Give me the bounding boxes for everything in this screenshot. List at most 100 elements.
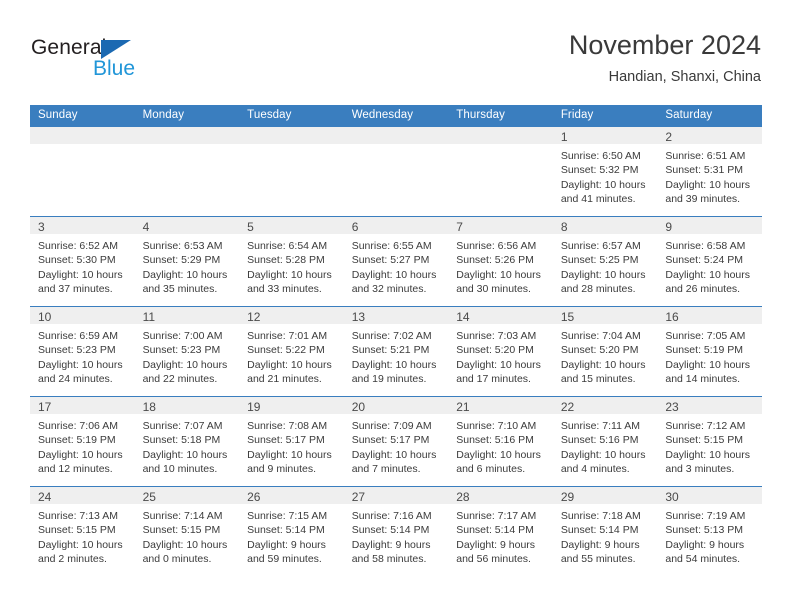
day-number: 18 — [142, 400, 156, 414]
daylight-duration-line2: and 0 minutes. — [142, 553, 212, 566]
sunset-time: Sunset: 5:19 PM — [665, 344, 744, 357]
daylight-duration-line2: and 14 minutes. — [665, 373, 741, 386]
sunset-time: Sunset: 5:19 PM — [38, 434, 116, 447]
sunrise-time: Sunrise: 6:53 AM — [142, 240, 223, 252]
daylight-duration-line2: and 56 minutes. — [456, 553, 531, 566]
day-number-band: 8 — [552, 217, 658, 234]
sunrise-time: Sunrise: 7:01 AM — [247, 330, 328, 342]
calendar-day-cell[interactable]: 17 Sunrise: 7:06 AM Sunset: 5:19 PM Dayligh… — [30, 396, 135, 487]
day-number-band: 14 — [448, 307, 553, 324]
weekday-header-saturday: Saturday — [657, 105, 762, 127]
calendar-day-cell-empty — [134, 126, 240, 217]
daylight-duration-line1: Daylight: 10 hours — [665, 358, 751, 371]
calendar-day-cell[interactable]: 3 Sunrise: 6:52 AM Sunset: 5:30 PM Daylight… — [30, 216, 135, 307]
day-details: Sunrise: 7:07 AM Sunset: 5:18 PM Daylight:… — [135, 414, 240, 477]
day-number-band: 30 — [657, 487, 762, 504]
calendar-day-cell[interactable]: 25 Sunrise: 7:14 AM Sunset: 5:15 PM Dayligh… — [134, 486, 240, 576]
sunset-time: Sunset: 5:26 PM — [456, 254, 534, 267]
day-number-band: 19 — [239, 397, 344, 414]
calendar-day-cell[interactable]: 16 Sunrise: 7:05 AM Sunset: 5:19 PM Dayligh… — [657, 306, 762, 397]
calendar-day-cell[interactable]: 28 Sunrise: 7:17 AM Sunset: 5:14 PM Dayligh… — [448, 486, 553, 576]
calendar-day-cell[interactable]: 23 Sunrise: 7:12 AM Sunset: 5:15 PM Dayligh… — [657, 396, 762, 487]
calendar-day-cell-empty — [448, 126, 553, 217]
daylight-duration-line2: and 3 minutes. — [665, 463, 735, 476]
daylight-duration-line2: and 19 minutes. — [351, 373, 427, 386]
day-number: 21 — [456, 400, 470, 414]
sunrise-time: Sunrise: 7:15 AM — [247, 510, 328, 522]
sunrise-time: Sunrise: 7:08 AM — [247, 420, 328, 432]
daylight-duration-line1: Daylight: 10 hours — [351, 448, 437, 461]
calendar-day-cell[interactable]: 11 Sunrise: 7:00 AM Sunset: 5:23 PM Dayligh… — [134, 306, 240, 397]
day-details: Sunrise: 7:13 AM Sunset: 5:15 PM Daylight:… — [30, 504, 135, 567]
calendar-day-cell[interactable]: 6 Sunrise: 6:55 AM Sunset: 5:27 PM Daylight… — [343, 216, 449, 307]
calendar-day-cell[interactable]: 13 Sunrise: 7:02 AM Sunset: 5:21 PM Dayligh… — [343, 306, 449, 397]
day-number-band: 2 — [657, 127, 762, 144]
daylight-duration-line1: Daylight: 9 hours — [247, 538, 326, 551]
calendar-day-cell[interactable]: 22 Sunrise: 7:11 AM Sunset: 5:16 PM Dayligh… — [552, 396, 658, 487]
calendar-day-cell[interactable]: 1 Sunrise: 6:50 AM Sunset: 5:32 PM Daylight… — [552, 126, 658, 217]
daylight-duration-line1: Daylight: 9 hours — [665, 538, 745, 551]
calendar-day-cell[interactable]: 5 Sunrise: 6:54 AM Sunset: 5:28 PM Daylight… — [239, 216, 344, 307]
sunset-time: Sunset: 5:30 PM — [38, 254, 116, 267]
general-blue-logo[interactable]: General Blue — [31, 36, 151, 82]
calendar-day-cell[interactable]: 24 Sunrise: 7:13 AM Sunset: 5:15 PM Dayligh… — [30, 486, 135, 576]
calendar-day-cell[interactable]: 2 Sunrise: 6:51 AM Sunset: 5:31 PM Daylight… — [657, 126, 762, 217]
day-details: Sunrise: 7:08 AM Sunset: 5:17 PM Daylight:… — [239, 414, 344, 477]
sunset-time: Sunset: 5:15 PM — [38, 524, 116, 537]
daylight-duration-line1: Daylight: 9 hours — [456, 538, 536, 551]
day-number-band — [239, 127, 344, 144]
calendar-day-cell[interactable]: 26 Sunrise: 7:15 AM Sunset: 5:14 PM Dayligh… — [239, 486, 344, 576]
day-number: 5 — [247, 220, 254, 234]
sunrise-time: Sunrise: 7:14 AM — [142, 510, 223, 522]
calendar-day-cell[interactable]: 8 Sunrise: 6:57 AM Sunset: 5:25 PM Daylight… — [552, 216, 658, 307]
sunrise-time: Sunrise: 7:10 AM — [456, 420, 537, 432]
daylight-duration-line2: and 15 minutes. — [560, 373, 636, 386]
day-number: 27 — [351, 490, 366, 504]
day-number-band: 29 — [552, 487, 658, 504]
daylight-duration-line2: and 21 minutes. — [247, 373, 322, 386]
daylight-duration-line2: and 22 minutes. — [142, 373, 218, 386]
day-number: 15 — [560, 310, 575, 324]
day-details: Sunrise: 7:05 AM Sunset: 5:19 PM Daylight:… — [657, 324, 762, 387]
calendar-day-cell[interactable]: 29 Sunrise: 7:18 AM Sunset: 5:14 PM Dayligh… — [552, 486, 658, 576]
day-number-band: 17 — [30, 397, 135, 414]
day-number-band: 24 — [30, 487, 135, 504]
calendar-day-cell[interactable]: 12 Sunrise: 7:01 AM Sunset: 5:22 PM Dayligh… — [239, 306, 344, 397]
daylight-duration-line1: Daylight: 10 hours — [456, 358, 541, 371]
daylight-duration-line1: Daylight: 10 hours — [560, 448, 646, 461]
day-number-band: 12 — [239, 307, 344, 324]
calendar-day-cell[interactable]: 20 Sunrise: 7:09 AM Sunset: 5:17 PM Dayligh… — [343, 396, 449, 487]
calendar-day-cell[interactable]: 10 Sunrise: 6:59 AM Sunset: 5:23 PM Dayligh… — [30, 306, 135, 397]
day-number: 23 — [665, 400, 679, 414]
day-details: Sunrise: 7:01 AM Sunset: 5:22 PM Daylight:… — [239, 324, 344, 387]
sunrise-time: Sunrise: 7:18 AM — [560, 510, 641, 522]
calendar-day-cell[interactable]: 4 Sunrise: 6:53 AM Sunset: 5:29 PM Daylight… — [134, 216, 240, 307]
daylight-duration-line1: Daylight: 10 hours — [247, 268, 332, 281]
day-details: Sunrise: 6:56 AM Sunset: 5:26 PM Daylight:… — [448, 234, 553, 297]
calendar-day-cell[interactable]: 14 Sunrise: 7:03 AM Sunset: 5:20 PM Dayligh… — [448, 306, 553, 397]
calendar-day-cell[interactable]: 21 Sunrise: 7:10 AM Sunset: 5:16 PM Dayligh… — [448, 396, 553, 487]
daylight-duration-line2: and 54 minutes. — [665, 553, 741, 566]
page-header: General Blue November 2024 Handian, Shan… — [0, 0, 792, 100]
calendar-day-cell[interactable]: 15 Sunrise: 7:04 AM Sunset: 5:20 PM Dayligh… — [552, 306, 658, 397]
daylight-duration-line2: and 55 minutes. — [560, 553, 636, 566]
day-details: Sunrise: 7:18 AM Sunset: 5:14 PM Daylight:… — [553, 504, 658, 567]
calendar-day-cell[interactable]: 19 Sunrise: 7:08 AM Sunset: 5:17 PM Dayligh… — [239, 396, 344, 487]
calendar-week-row: 24 Sunrise: 7:13 AM Sunset: 5:15 PM Dayligh… — [30, 486, 762, 576]
day-number-band: 4 — [134, 217, 240, 234]
sunset-time: Sunset: 5:23 PM — [142, 344, 221, 357]
day-number: 4 — [142, 220, 150, 234]
day-number: 12 — [247, 310, 261, 324]
calendar-day-cell[interactable]: 18 Sunrise: 7:07 AM Sunset: 5:18 PM Dayligh… — [134, 396, 240, 487]
calendar-day-cell[interactable]: 9 Sunrise: 6:58 AM Sunset: 5:24 PM Daylight… — [657, 216, 762, 307]
daylight-duration-line2: and 41 minutes. — [560, 193, 636, 206]
calendar-day-cell[interactable]: 30 Sunrise: 7:19 AM Sunset: 5:13 PM Dayligh… — [657, 486, 762, 576]
calendar-day-cell[interactable]: 27 Sunrise: 7:16 AM Sunset: 5:14 PM Dayligh… — [343, 486, 449, 576]
sunrise-time: Sunrise: 7:02 AM — [351, 330, 432, 342]
daylight-duration-line1: Daylight: 10 hours — [38, 538, 123, 551]
daylight-duration-line1: Daylight: 10 hours — [38, 358, 123, 371]
daylight-duration-line1: Daylight: 9 hours — [351, 538, 431, 551]
daylight-duration-line2: and 30 minutes. — [456, 283, 531, 296]
day-details: Sunrise: 7:19 AM Sunset: 5:13 PM Daylight:… — [657, 504, 762, 567]
calendar-day-cell[interactable]: 7 Sunrise: 6:56 AM Sunset: 5:26 PM Daylight… — [448, 216, 553, 307]
